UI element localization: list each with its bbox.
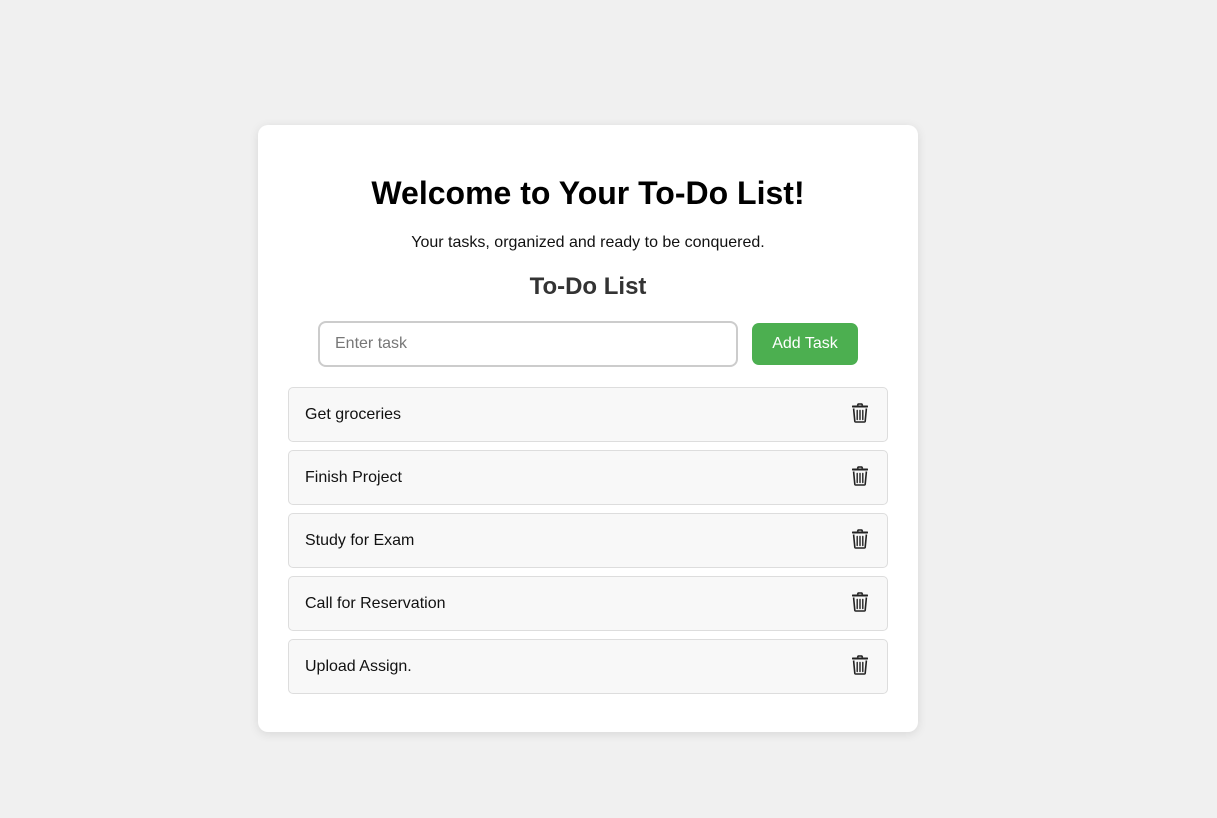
task-item: Finish Project (288, 450, 888, 505)
delete-task-button[interactable] (851, 463, 875, 489)
task-item: Study for Exam (288, 513, 888, 568)
task-text: Study for Exam (305, 532, 415, 549)
trash-icon (852, 592, 868, 612)
delete-task-button[interactable] (851, 652, 875, 678)
task-text: Upload Assign. (305, 658, 412, 675)
task-item: Upload Assign. (288, 639, 888, 694)
add-task-button[interactable]: Add Task (752, 323, 858, 365)
delete-task-button[interactable] (851, 589, 875, 615)
list-heading: To-Do List (529, 273, 647, 300)
trash-icon (852, 529, 868, 549)
task-list: Get groceries Finish Project Study for E… (288, 387, 888, 702)
trash-icon (852, 655, 868, 675)
page-title: Welcome to Your To-Do List! (371, 175, 805, 211)
delete-task-button[interactable] (851, 400, 875, 426)
task-text: Call for Reservation (305, 595, 446, 612)
page-subtitle: Your tasks, organized and ready to be co… (411, 234, 765, 251)
todo-card: Welcome to Your To-Do List! Your tasks, … (258, 125, 918, 732)
task-item: Get groceries (288, 387, 888, 442)
delete-task-button[interactable] (851, 526, 875, 552)
task-text: Finish Project (305, 469, 402, 486)
task-text: Get groceries (305, 406, 402, 423)
trash-icon (852, 403, 868, 423)
task-item: Call for Reservation (288, 576, 888, 631)
trash-icon (852, 466, 868, 486)
task-input[interactable] (318, 321, 738, 367)
